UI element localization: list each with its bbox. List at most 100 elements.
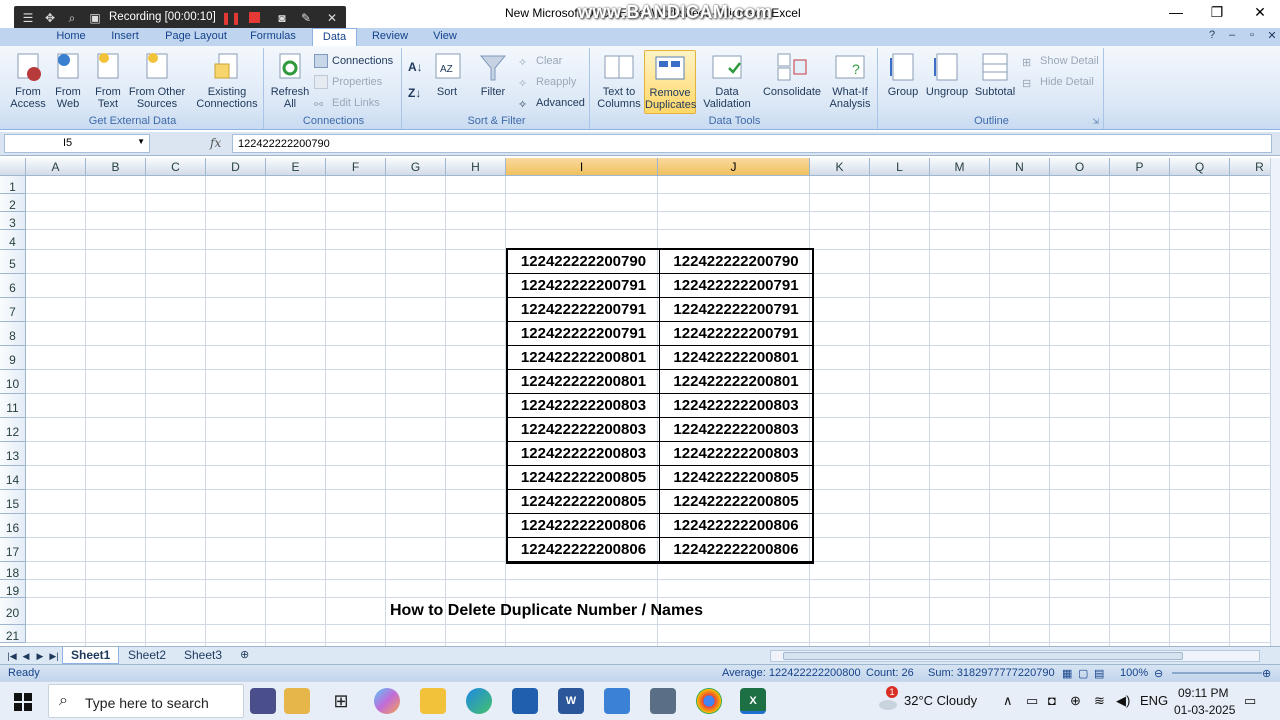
zoom-slider[interactable] (1172, 672, 1262, 674)
fx-icon[interactable]: fx (210, 136, 221, 150)
sort-ascending-icon[interactable]: A↓ (408, 60, 423, 74)
dialog-launcher-icon[interactable]: ⇲ (1092, 117, 1099, 126)
data-cell[interactable]: 122422222200791 (660, 322, 812, 346)
data-cell[interactable]: 122422222200801 (660, 346, 812, 370)
text-to-columns-button[interactable]: Text to Columns (596, 50, 642, 110)
first-sheet-icon[interactable]: |◀ (6, 649, 18, 663)
column-header-p[interactable]: P (1110, 158, 1170, 176)
name-box[interactable]: I5 ▼ (4, 134, 150, 153)
row-header-6[interactable]: 6 (0, 274, 26, 298)
properties-button[interactable]: Properties (314, 73, 382, 91)
data-cell[interactable]: 122422222200805 (660, 466, 812, 490)
data-cell[interactable]: 122422222200801 (660, 370, 812, 394)
clock-time[interactable]: 09:11 PM (1178, 686, 1228, 700)
data-cell[interactable]: 122422222200791 (508, 322, 660, 346)
column-header-c[interactable]: C (146, 158, 206, 176)
select-all-corner[interactable] (0, 158, 26, 176)
column-header-j[interactable]: J (658, 158, 810, 176)
from-other-sources-button[interactable]: From Other Sources (128, 50, 186, 110)
row-header-2[interactable]: 2 (0, 194, 26, 212)
data-cell[interactable]: 122422222200805 (508, 490, 660, 514)
windows-start-icon[interactable] (14, 693, 32, 711)
restore-button[interactable]: ❐ (1203, 3, 1231, 21)
column-header-b[interactable]: B (86, 158, 146, 176)
horizontal-scroll-thumb[interactable] (783, 652, 1183, 660)
data-cell[interactable]: 122422222200791 (660, 298, 812, 322)
data-cell[interactable]: 122422222200790 (660, 250, 812, 274)
column-header-l[interactable]: L (870, 158, 930, 176)
show-hidden-icons[interactable]: ∧ (1003, 693, 1013, 709)
screen-region-icon[interactable]: ▣ (87, 10, 103, 26)
pause-icon[interactable]: ❚❚ (221, 10, 241, 26)
row-header-17[interactable]: 17 (0, 538, 26, 562)
advanced-button[interactable]: ✧ Advanced (518, 94, 585, 112)
excel-icon[interactable]: X (740, 688, 766, 714)
camera-icon[interactable]: ◙ (274, 10, 290, 26)
chrome-icon[interactable] (696, 688, 722, 714)
normal-view-icon[interactable]: ▦ (1062, 667, 1072, 680)
clear-button[interactable]: ✧ Clear (518, 52, 562, 70)
data-cell[interactable]: 122422222200791 (508, 298, 660, 322)
zoom-out-icon[interactable]: ⊖ (1154, 667, 1163, 680)
tab-insert[interactable]: Insert (104, 28, 146, 46)
camera-tray-icon[interactable]: ◘ (1048, 693, 1056, 708)
mail-icon[interactable] (604, 688, 630, 714)
row-header-21[interactable]: 21 (0, 625, 26, 643)
ribbon-close-icon[interactable]: ✕ (1264, 29, 1280, 45)
existing-connections-button[interactable]: Existing Connections (194, 50, 260, 110)
sort-descending-icon[interactable]: Z↓ (408, 86, 421, 100)
clock-date[interactable]: 01-03-2025 (1174, 703, 1235, 717)
edge-icon[interactable] (466, 688, 492, 714)
consolidate-button[interactable]: Consolidate (760, 50, 824, 98)
page-break-view-icon[interactable]: ▤ (1094, 667, 1104, 680)
data-cell[interactable]: 122422222200803 (660, 394, 812, 418)
row-header-4[interactable]: 4 (0, 230, 26, 250)
horizontal-scrollbar[interactable] (770, 650, 1260, 662)
tab-view[interactable]: View (424, 28, 466, 46)
column-header-q[interactable]: Q (1170, 158, 1230, 176)
row-header-3[interactable]: 3 (0, 212, 26, 230)
data-cell[interactable]: 122422222200801 (508, 346, 660, 370)
weather-text[interactable]: 32°C Cloudy (904, 693, 977, 708)
calculator-icon[interactable] (650, 688, 676, 714)
tab-home[interactable]: Home (48, 28, 94, 46)
sheet-tab-sheet2[interactable]: Sheet2 (120, 647, 174, 664)
zoom-level[interactable]: 100% (1120, 667, 1148, 679)
column-header-o[interactable]: O (1050, 158, 1110, 176)
last-sheet-icon[interactable]: ▶| (48, 649, 60, 663)
data-cell[interactable]: 122422222200803 (508, 418, 660, 442)
store-icon[interactable] (512, 688, 538, 714)
data-cell[interactable]: 122422222200801 (508, 370, 660, 394)
reapply-button[interactable]: ✧ Reapply (518, 73, 576, 91)
insert-sheet-icon[interactable]: ⊕ (232, 647, 257, 664)
volume-icon[interactable]: ◀) (1116, 693, 1130, 709)
sort-button[interactable]: AZ Sort (432, 50, 462, 98)
column-header-n[interactable]: N (990, 158, 1050, 176)
row-header-18[interactable]: 18 (0, 562, 26, 580)
help-icon[interactable]: ? (1204, 29, 1220, 45)
row-header-8[interactable]: 8 (0, 322, 26, 346)
row-header-9[interactable]: 9 (0, 346, 26, 370)
show-detail-button[interactable]: ⊞ Show Detail (1022, 52, 1099, 70)
data-cell[interactable]: 122422222200803 (508, 442, 660, 466)
connections-button[interactable]: Connections (314, 52, 393, 70)
column-header-f[interactable]: F (326, 158, 386, 176)
filter-button[interactable]: Filter (476, 50, 510, 98)
prev-sheet-icon[interactable]: ◀ (20, 649, 32, 663)
column-header-g[interactable]: G (386, 158, 446, 176)
close-recording-icon[interactable]: ✕ (324, 10, 340, 26)
worksheet-grid[interactable]: ABCDEFGHIJKLMNOPQR 1 2 3 4 5 6 7 8 9 10 11 12 13 14 15… (0, 158, 1270, 646)
data-cell[interactable]: 122422222200806 (508, 514, 660, 538)
column-header-k[interactable]: K (810, 158, 870, 176)
sheet-tab-sheet3[interactable]: Sheet3 (176, 647, 230, 664)
column-header-e[interactable]: E (266, 158, 326, 176)
page-layout-view-icon[interactable]: ▢ (1078, 667, 1088, 680)
column-header-m[interactable]: M (930, 158, 990, 176)
from-text-button[interactable]: From Text (90, 50, 126, 110)
row-header-19[interactable]: 19 (0, 580, 26, 598)
ribbon-minimize-icon[interactable]: – (1224, 29, 1240, 45)
task-view-icon[interactable]: ⊞ (328, 688, 354, 714)
data-cell[interactable]: 122422222200806 (508, 538, 660, 562)
data-validation-button[interactable]: Data Validation (698, 50, 756, 110)
column-header-a[interactable]: A (26, 158, 86, 176)
